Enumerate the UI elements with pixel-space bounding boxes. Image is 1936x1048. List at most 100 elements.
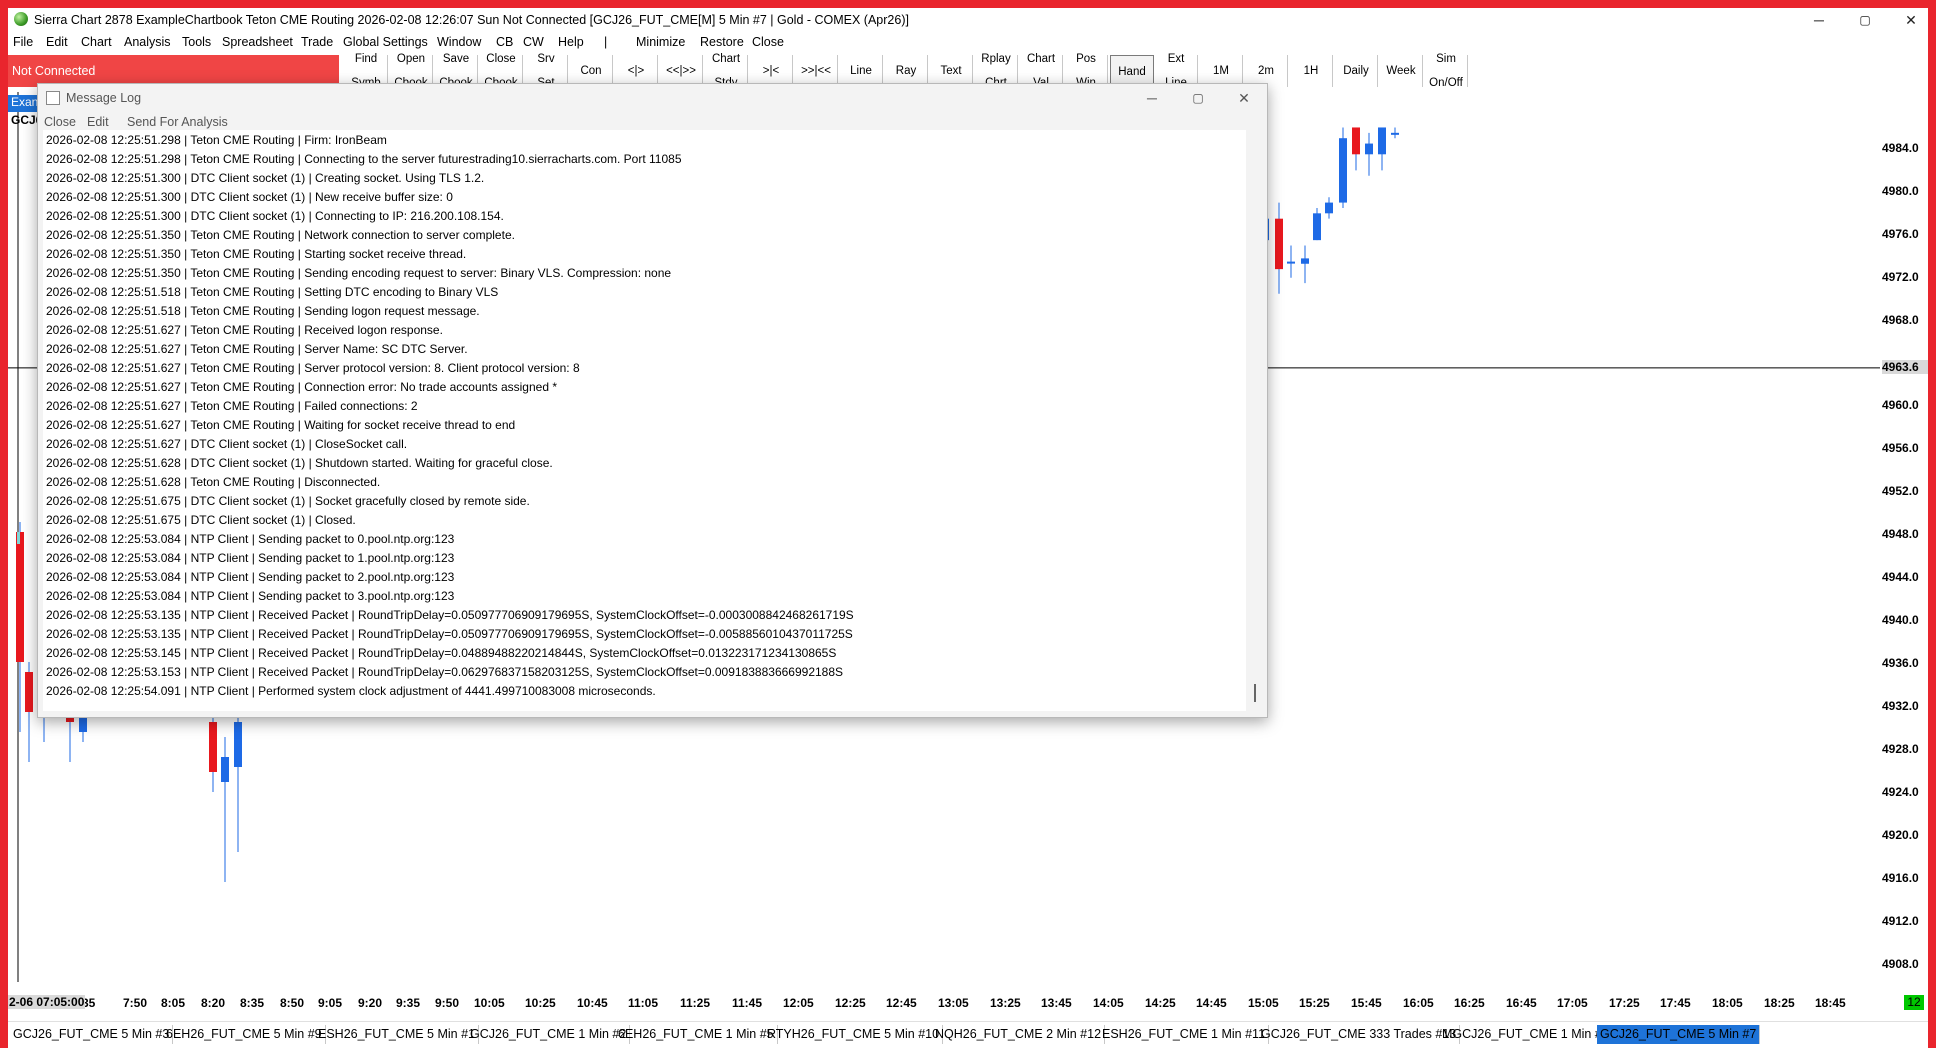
chart-tab[interactable]: GCJ26_FUT_CME 1 Min #2 (467, 1025, 631, 1044)
price-axis-label: 4984.0 (1882, 140, 1919, 155)
log-line: 2026-02-08 12:25:51.300 | DTC Client soc… (46, 209, 504, 223)
log-line: 2026-02-08 12:25:51.628 | Teton CME Rout… (46, 475, 381, 489)
menu-minimize[interactable]: Minimize (636, 35, 685, 49)
toolbar-button-24[interactable]: Sim On/Off (1425, 53, 1468, 89)
chart-tab[interactable]: NQH26_FUT_CME 2 Min #12 (932, 1025, 1106, 1044)
log-line: 2026-02-08 12:25:51.350 | Teton CME Rout… (46, 228, 515, 242)
menu-edit[interactable]: Edit (46, 35, 68, 49)
time-axis-label: 9:35 (396, 996, 421, 1010)
log-line: 2026-02-08 12:25:51.628 | DTC Client soc… (46, 456, 553, 470)
menu-cw[interactable]: CW (523, 35, 544, 49)
menu-chart[interactable]: Chart (81, 35, 112, 49)
price-axis-label: 4972.0 (1882, 269, 1919, 284)
toolbar-button-label: >>|<< (801, 65, 831, 77)
message-log-scrollbar[interactable] (1254, 684, 1256, 702)
message-log-maximize-button[interactable]: ▢ (1175, 84, 1221, 112)
time-axis-label: 12:25 (835, 996, 866, 1010)
time-axis-label: 11:45 (732, 996, 763, 1010)
log-line: 2026-02-08 12:25:51.675 | DTC Client soc… (46, 513, 356, 527)
menu-spreadsheet[interactable]: Spreadsheet (222, 35, 293, 49)
toolbar-button-label: <|> (627, 65, 645, 77)
chart-tab[interactable]: MGCJ26_FUT_CME 1 Min #6 (1439, 1025, 1613, 1044)
chart-tab[interactable]: ESH26_FUT_CME 1 Min #11 (1099, 1025, 1270, 1044)
log-line: 2026-02-08 12:25:51.627 | Teton CME Rout… (46, 323, 443, 337)
chart-marker (17, 532, 20, 544)
toolbar-button-label: 2m (1258, 65, 1274, 77)
time-axis-label: 15:05 (1248, 996, 1279, 1010)
menu-restore[interactable]: Restore (700, 35, 744, 49)
chart-tab[interactable]: 6EH26_FUT_CME 1 Min #5 (615, 1025, 778, 1044)
menu-close[interactable]: Close (752, 35, 784, 49)
candle-body (1339, 138, 1347, 203)
candle-body (1287, 261, 1295, 264)
toolbar-button-label: Rplay (981, 53, 1011, 65)
log-line: 2026-02-08 12:25:53.084 | NTP Client | S… (46, 589, 455, 603)
log-line: 2026-02-08 12:25:51.675 | DTC Client soc… (46, 494, 530, 508)
time-axis-label: 16:05 (1403, 996, 1434, 1010)
menu-analysis[interactable]: Analysis (124, 35, 171, 49)
price-axis-label: 4960.0 (1882, 398, 1919, 413)
time-axis-label: 14:25 (1145, 996, 1176, 1010)
connection-status-label: Not Connected (12, 64, 96, 78)
toolbar-button-label: Chart (711, 53, 741, 65)
log-line: 2026-02-08 12:25:51.518 | Teton CME Rout… (46, 304, 480, 318)
message-log-icon (46, 91, 60, 105)
price-axis-label: 4916.0 (1882, 870, 1919, 885)
close-button[interactable]: ✕ (1888, 8, 1928, 32)
message-log-menu-edit[interactable]: Edit (87, 115, 109, 129)
chart-tab[interactable]: GCJ26_FUT_CME 333 Trades #13 (1258, 1025, 1461, 1044)
message-log-close-button[interactable]: ✕ (1221, 84, 1267, 112)
window-title: Sierra Chart 2878 ExampleChartbook Teton… (34, 13, 909, 27)
time-axis-label: 13:05 (938, 996, 969, 1010)
chart-tabs-bar: GCJ26_FUT_CME 5 Min #3 6EH26_FUT_CME 5 Mi… (8, 1021, 1928, 1046)
time-axis-start-label: 2-06 07:05:00 (8, 995, 86, 1009)
message-log-menu-close[interactable]: Close (44, 115, 76, 129)
time-axis-label: 17:25 (1609, 996, 1640, 1010)
menu-tools[interactable]: Tools (182, 35, 211, 49)
log-line: 2026-02-08 12:25:51.300 | DTC Client soc… (46, 171, 485, 185)
time-axis-label: 11:05 (628, 996, 659, 1010)
price-axis-label: 4976.0 (1882, 226, 1919, 241)
time-axis-label: 17:45 (1660, 996, 1691, 1010)
log-line: 2026-02-08 12:25:53.135 | NTP Client | R… (46, 608, 854, 622)
chartbook-tab[interactable]: Exan (8, 95, 39, 112)
time-axis-label: 7:50 (123, 996, 148, 1010)
price-axis-label: 4920.0 (1882, 827, 1919, 842)
toolbar-button-23[interactable]: Week (1380, 55, 1423, 87)
time-axis-label: 9:05 (318, 996, 343, 1010)
menu-cb[interactable]: CB (496, 35, 513, 49)
time-axis-label: 10:25 (525, 996, 556, 1010)
message-log-minimize-button[interactable]: ─ (1129, 84, 1175, 112)
menu-window[interactable]: Window (437, 35, 481, 49)
menu-global-settings[interactable]: Global Settings (343, 35, 428, 49)
price-axis-label: 4940.0 (1882, 613, 1919, 628)
maximize-button[interactable]: ▢ (1842, 8, 1888, 32)
chart-tab[interactable]: RTYH26_FUT_CME 5 Min #10 (764, 1025, 944, 1044)
toolbar-button-21[interactable]: 1H (1290, 55, 1333, 87)
chart-tab[interactable]: 6EH26_FUT_CME 5 Min #9 (163, 1025, 326, 1044)
log-line: 2026-02-08 12:25:51.627 | Teton CME Rout… (46, 399, 418, 413)
chart-tab[interactable]: ESH26_FUT_CME 5 Min #1 (315, 1025, 480, 1044)
toolbar-button-22[interactable]: Daily (1335, 55, 1378, 87)
chart-tab[interactable]: GCJ26_FUT_CME 5 Min #3 (10, 1025, 174, 1044)
message-log-text-area[interactable]: 2026-02-08 12:25:51.298 | Teton CME Rout… (43, 130, 1246, 711)
time-axis-label: 9:50 (435, 996, 460, 1010)
menu-help[interactable]: Help (558, 35, 584, 49)
chart-tab[interactable]: GCJ26_FUT_CME 5 Min #7 (1597, 1025, 1761, 1044)
menu-trade[interactable]: Trade (301, 35, 333, 49)
toolbar-button-label: Find (354, 53, 378, 65)
candle-body (1325, 202, 1333, 214)
price-axis-label: 4928.0 (1882, 741, 1919, 756)
log-line: 2026-02-08 12:25:51.298 | Teton CME Rout… (46, 133, 387, 147)
log-line: 2026-02-08 12:25:53.135 | NTP Client | R… (46, 627, 853, 641)
candle-body (234, 722, 242, 767)
candle-body (1301, 258, 1309, 264)
log-line: 2026-02-08 12:25:51.627 | Teton CME Rout… (46, 418, 516, 432)
candle-body (1275, 218, 1283, 270)
menu-file[interactable]: File (13, 35, 33, 49)
price-axis-label: 4924.0 (1882, 784, 1919, 799)
toolbar-button-label: Ray (895, 65, 917, 77)
message-log-menu-send-for-analysis[interactable]: Send For Analysis (127, 115, 228, 129)
toolbar-button-label: Save (442, 53, 470, 65)
minimize-button[interactable]: ─ (1796, 8, 1842, 32)
